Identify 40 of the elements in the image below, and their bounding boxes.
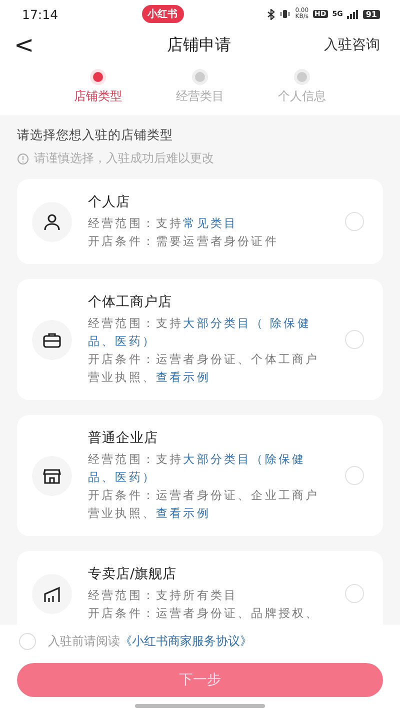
shop-type-detail: 经营范围：支持 大部分类目（除保健品、医药） <box>88 451 307 486</box>
shop-type-detail: 开店条件：运营者身份证、企业工商户营业执照、查看示例 <box>88 487 320 522</box>
radio-button[interactable] <box>345 584 364 603</box>
shop-type-title: 个体工商户店 <box>88 293 173 311</box>
shop-type-detail: 开店条件：运营者身份证、个体工商户营业执照、查看示例 <box>88 351 320 386</box>
person-icon <box>42 212 62 232</box>
shop-type-title: 普通企业店 <box>88 429 159 447</box>
info-icon <box>17 152 29 164</box>
shop-type-detail: 开店条件：需要运营者身份证件 <box>88 233 280 250</box>
shop-type-card[interactable]: 专卖店/旗舰店 经营范围：支持所有类目 开店条件：运营者身份证、品牌授权、 <box>17 551 383 625</box>
shop-type-card[interactable]: 个体工商户店 经营范围：支持 大部分类目（ 除保健品、医药） 开店条件：运营者身份证、个体工商户营业执照、查看示例 <box>17 279 383 400</box>
vibrate-icon <box>279 9 292 19</box>
bluetooth-icon <box>267 8 276 20</box>
briefcase-icon <box>42 330 62 348</box>
radio-button[interactable] <box>345 212 364 231</box>
hint-text: 请谨慎选择，入驻成功后难以更改 <box>34 150 214 167</box>
prompt-text: 请选择您想入驻的店铺类型 <box>17 127 174 144</box>
agreement-link[interactable]: 《小红书商家服务协议》 <box>120 634 252 648</box>
shop-type-card[interactable]: 普通企业店 经营范围：支持 大部分类目（除保健品、医药） 开店条件：运营者身份证、企业工商户营业执照、查看示例 <box>17 415 383 536</box>
shop-type-detail: 开店条件：运营者身份证、品牌授权、 <box>88 605 320 622</box>
step-tab[interactable]: 店铺类型 <box>62 72 134 105</box>
shop-type-detail: 经营范围：支持常见类目 <box>88 215 239 232</box>
app-badge: 小红书 <box>142 5 184 23</box>
shop-type-card[interactable]: 个人店 经营范围：支持常见类目 开店条件：需要运营者身份证件 <box>17 179 383 264</box>
agreement-text: 入驻前请阅读《小红书商家服务协议》 <box>48 633 252 650</box>
radio-button[interactable] <box>345 466 364 485</box>
back-button[interactable]: < <box>14 31 74 59</box>
example-link[interactable]: 查看示例 <box>156 506 210 520</box>
shop-type-detail: 经营范围：支持所有类目 <box>88 587 239 604</box>
consult-link[interactable]: 入驻咨询 <box>324 36 380 54</box>
example-link[interactable]: 查看示例 <box>156 370 210 384</box>
signal-icon <box>346 10 359 18</box>
status-time: 17:14 <box>22 6 58 22</box>
page-title: 店铺申请 <box>167 34 231 56</box>
agreement-checkbox[interactable] <box>19 633 36 650</box>
radio-button[interactable] <box>345 330 364 349</box>
battery-level: 91 <box>362 10 380 18</box>
shop-type-title: 专卖店/旗舰店 <box>88 565 178 583</box>
shop-type-detail: 经营范围：支持 大部分类目（ 除保健品、医药） <box>88 315 312 350</box>
shop-type-title: 个人店 <box>88 193 131 211</box>
